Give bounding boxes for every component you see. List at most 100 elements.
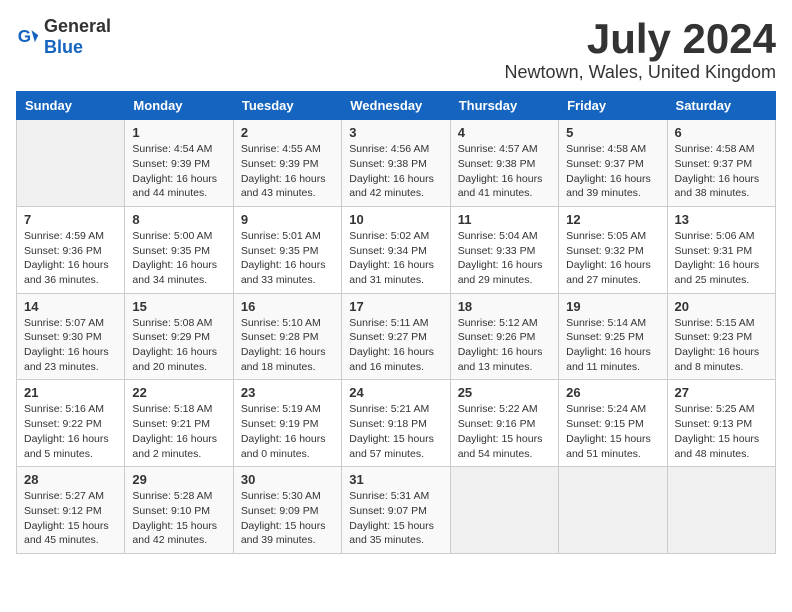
day-number: 22 (132, 385, 225, 400)
day-number: 15 (132, 299, 225, 314)
title-area: July 2024 Newtown, Wales, United Kingdom (505, 16, 776, 83)
calendar-cell: 30 Sunrise: 5:30 AM Sunset: 9:09 PM Dayli… (233, 467, 341, 554)
calendar-cell: 19 Sunrise: 5:14 AM Sunset: 9:25 PM Dayli… (559, 293, 667, 380)
day-info: Sunrise: 4:59 AM Sunset: 9:36 PM Dayligh… (24, 229, 117, 288)
month-title: July 2024 (505, 16, 776, 62)
day-info: Sunrise: 4:57 AM Sunset: 9:38 PM Dayligh… (458, 142, 551, 201)
day-number: 4 (458, 125, 551, 140)
calendar-cell: 31 Sunrise: 5:31 AM Sunset: 9:07 PM Dayli… (342, 467, 450, 554)
day-info: Sunrise: 5:07 AM Sunset: 9:30 PM Dayligh… (24, 316, 117, 375)
calendar-cell: 5Sunrise: 4:58 AM Sunset: 9:37 PM Daylig… (559, 120, 667, 207)
day-number: 6 (675, 125, 768, 140)
day-number: 20 (675, 299, 768, 314)
day-info: Sunrise: 5:19 AM Sunset: 9:19 PM Dayligh… (241, 402, 334, 461)
calendar-cell: 15 Sunrise: 5:08 AM Sunset: 9:29 PM Dayli… (125, 293, 233, 380)
day-info: Sunrise: 5:11 AM Sunset: 9:27 PM Dayligh… (349, 316, 442, 375)
logo-blue: Blue (44, 37, 83, 57)
calendar-cell: 25Sunrise: 5:22 AM Sunset: 9:16 PM Dayli… (450, 380, 558, 467)
calendar-cell: 13 Sunrise: 5:06 AM Sunset: 9:31 PM Dayli… (667, 206, 775, 293)
calendar-cell: 20 Sunrise: 5:15 AM Sunset: 9:23 PM Dayli… (667, 293, 775, 380)
calendar-cell: 18 Sunrise: 5:12 AM Sunset: 9:26 PM Dayli… (450, 293, 558, 380)
calendar-cell: 28Sunrise: 5:27 AM Sunset: 9:12 PM Dayli… (17, 467, 125, 554)
day-header-thursday: Thursday (450, 92, 558, 120)
day-info: Sunrise: 5:14 AM Sunset: 9:25 PM Dayligh… (566, 316, 659, 375)
day-info: Sunrise: 5:25 AM Sunset: 9:13 PM Dayligh… (675, 402, 768, 461)
day-header-sunday: Sunday (17, 92, 125, 120)
logo-icon: G (16, 25, 40, 49)
calendar-cell: 21 Sunrise: 5:16 AM Sunset: 9:22 PM Dayli… (17, 380, 125, 467)
day-info: Sunrise: 5:24 AM Sunset: 9:15 PM Dayligh… (566, 402, 659, 461)
day-info: Sunrise: 5:18 AM Sunset: 9:21 PM Dayligh… (132, 402, 225, 461)
calendar-week-row: 1Sunrise: 4:54 AM Sunset: 9:39 PM Daylig… (17, 120, 776, 207)
day-number: 21 (24, 385, 117, 400)
header: G General Blue July 2024 Newtown, Wales,… (16, 16, 776, 83)
day-number: 26 (566, 385, 659, 400)
day-info: Sunrise: 4:58 AM Sunset: 9:37 PM Dayligh… (566, 142, 659, 201)
day-info: Sunrise: 5:27 AM Sunset: 9:12 PM Dayligh… (24, 489, 117, 548)
calendar-week-row: 28Sunrise: 5:27 AM Sunset: 9:12 PM Dayli… (17, 467, 776, 554)
day-info: Sunrise: 5:28 AM Sunset: 9:10 PM Dayligh… (132, 489, 225, 548)
calendar-cell: 16Sunrise: 5:10 AM Sunset: 9:28 PM Dayli… (233, 293, 341, 380)
svg-text:G: G (18, 26, 31, 46)
calendar-cell: 22 Sunrise: 5:18 AM Sunset: 9:21 PM Dayli… (125, 380, 233, 467)
logo-general: General (44, 16, 111, 36)
calendar-cell: 26 Sunrise: 5:24 AM Sunset: 9:15 PM Dayli… (559, 380, 667, 467)
day-info: Sunrise: 5:02 AM Sunset: 9:34 PM Dayligh… (349, 229, 442, 288)
calendar-cell (17, 120, 125, 207)
day-number: 7 (24, 212, 117, 227)
day-number: 13 (675, 212, 768, 227)
calendar-cell: 9Sunrise: 5:01 AM Sunset: 9:35 PM Daylig… (233, 206, 341, 293)
calendar-cell: 14 Sunrise: 5:07 AM Sunset: 9:30 PM Dayli… (17, 293, 125, 380)
day-number: 9 (241, 212, 334, 227)
calendar-cell: 23 Sunrise: 5:19 AM Sunset: 9:19 PM Dayli… (233, 380, 341, 467)
calendar-cell: 10 Sunrise: 5:02 AM Sunset: 9:34 PM Dayli… (342, 206, 450, 293)
day-info: Sunrise: 5:30 AM Sunset: 9:09 PM Dayligh… (241, 489, 334, 548)
day-number: 27 (675, 385, 768, 400)
day-info: Sunrise: 5:00 AM Sunset: 9:35 PM Dayligh… (132, 229, 225, 288)
calendar-cell: 27 Sunrise: 5:25 AM Sunset: 9:13 PM Dayli… (667, 380, 775, 467)
day-number: 29 (132, 472, 225, 487)
calendar-cell: 8 Sunrise: 5:00 AM Sunset: 9:35 PM Daylig… (125, 206, 233, 293)
day-number: 14 (24, 299, 117, 314)
calendar-cell: 2Sunrise: 4:55 AM Sunset: 9:39 PM Daylig… (233, 120, 341, 207)
day-info: Sunrise: 5:12 AM Sunset: 9:26 PM Dayligh… (458, 316, 551, 375)
day-number: 30 (241, 472, 334, 487)
calendar-cell: 3Sunrise: 4:56 AM Sunset: 9:38 PM Daylig… (342, 120, 450, 207)
day-number: 24 (349, 385, 442, 400)
day-header-saturday: Saturday (667, 92, 775, 120)
calendar-cell: 24 Sunrise: 5:21 AM Sunset: 9:18 PM Dayli… (342, 380, 450, 467)
day-info: Sunrise: 4:56 AM Sunset: 9:38 PM Dayligh… (349, 142, 442, 201)
day-header-wednesday: Wednesday (342, 92, 450, 120)
calendar-cell: 17Sunrise: 5:11 AM Sunset: 9:27 PM Dayli… (342, 293, 450, 380)
day-number: 23 (241, 385, 334, 400)
calendar-header-row: SundayMondayTuesdayWednesdayThursdayFrid… (17, 92, 776, 120)
logo: G General Blue (16, 16, 111, 58)
calendar-cell (450, 467, 558, 554)
day-number: 8 (132, 212, 225, 227)
day-number: 11 (458, 212, 551, 227)
day-header-monday: Monday (125, 92, 233, 120)
calendar-cell: 6 Sunrise: 4:58 AM Sunset: 9:37 PM Daylig… (667, 120, 775, 207)
day-header-tuesday: Tuesday (233, 92, 341, 120)
calendar-cell: 29 Sunrise: 5:28 AM Sunset: 9:10 PM Dayli… (125, 467, 233, 554)
logo-text: General Blue (44, 16, 111, 58)
day-info: Sunrise: 4:58 AM Sunset: 9:37 PM Dayligh… (675, 142, 768, 201)
day-info: Sunrise: 5:08 AM Sunset: 9:29 PM Dayligh… (132, 316, 225, 375)
calendar-table: SundayMondayTuesdayWednesdayThursdayFrid… (16, 91, 776, 554)
calendar-week-row: 7 Sunrise: 4:59 AM Sunset: 9:36 PM Daylig… (17, 206, 776, 293)
day-info: Sunrise: 5:06 AM Sunset: 9:31 PM Dayligh… (675, 229, 768, 288)
calendar-cell (559, 467, 667, 554)
day-info: Sunrise: 5:15 AM Sunset: 9:23 PM Dayligh… (675, 316, 768, 375)
day-number: 25 (458, 385, 551, 400)
day-number: 19 (566, 299, 659, 314)
day-header-friday: Friday (559, 92, 667, 120)
day-number: 10 (349, 212, 442, 227)
day-info: Sunrise: 5:31 AM Sunset: 9:07 PM Dayligh… (349, 489, 442, 548)
day-number: 18 (458, 299, 551, 314)
calendar-cell: 1Sunrise: 4:54 AM Sunset: 9:39 PM Daylig… (125, 120, 233, 207)
calendar-cell: 12Sunrise: 5:05 AM Sunset: 9:32 PM Dayli… (559, 206, 667, 293)
day-info: Sunrise: 5:21 AM Sunset: 9:18 PM Dayligh… (349, 402, 442, 461)
day-info: Sunrise: 5:16 AM Sunset: 9:22 PM Dayligh… (24, 402, 117, 461)
location-title: Newtown, Wales, United Kingdom (505, 62, 776, 83)
day-number: 31 (349, 472, 442, 487)
